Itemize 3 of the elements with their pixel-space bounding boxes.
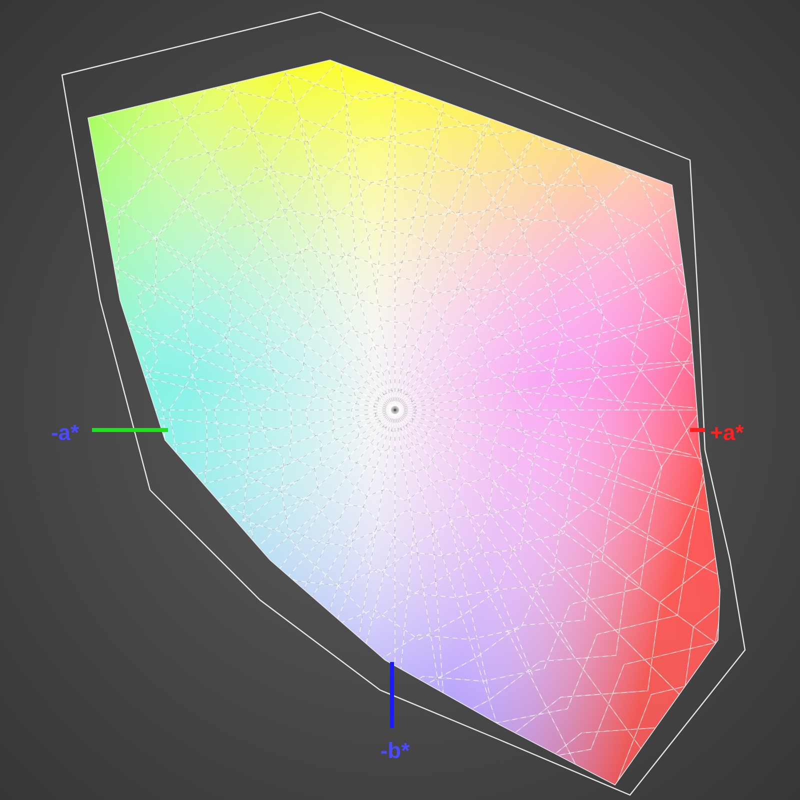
- axis-label: +a*: [710, 420, 744, 445]
- axis-label: -b*: [380, 738, 410, 763]
- axis-label: -a*: [50, 420, 80, 445]
